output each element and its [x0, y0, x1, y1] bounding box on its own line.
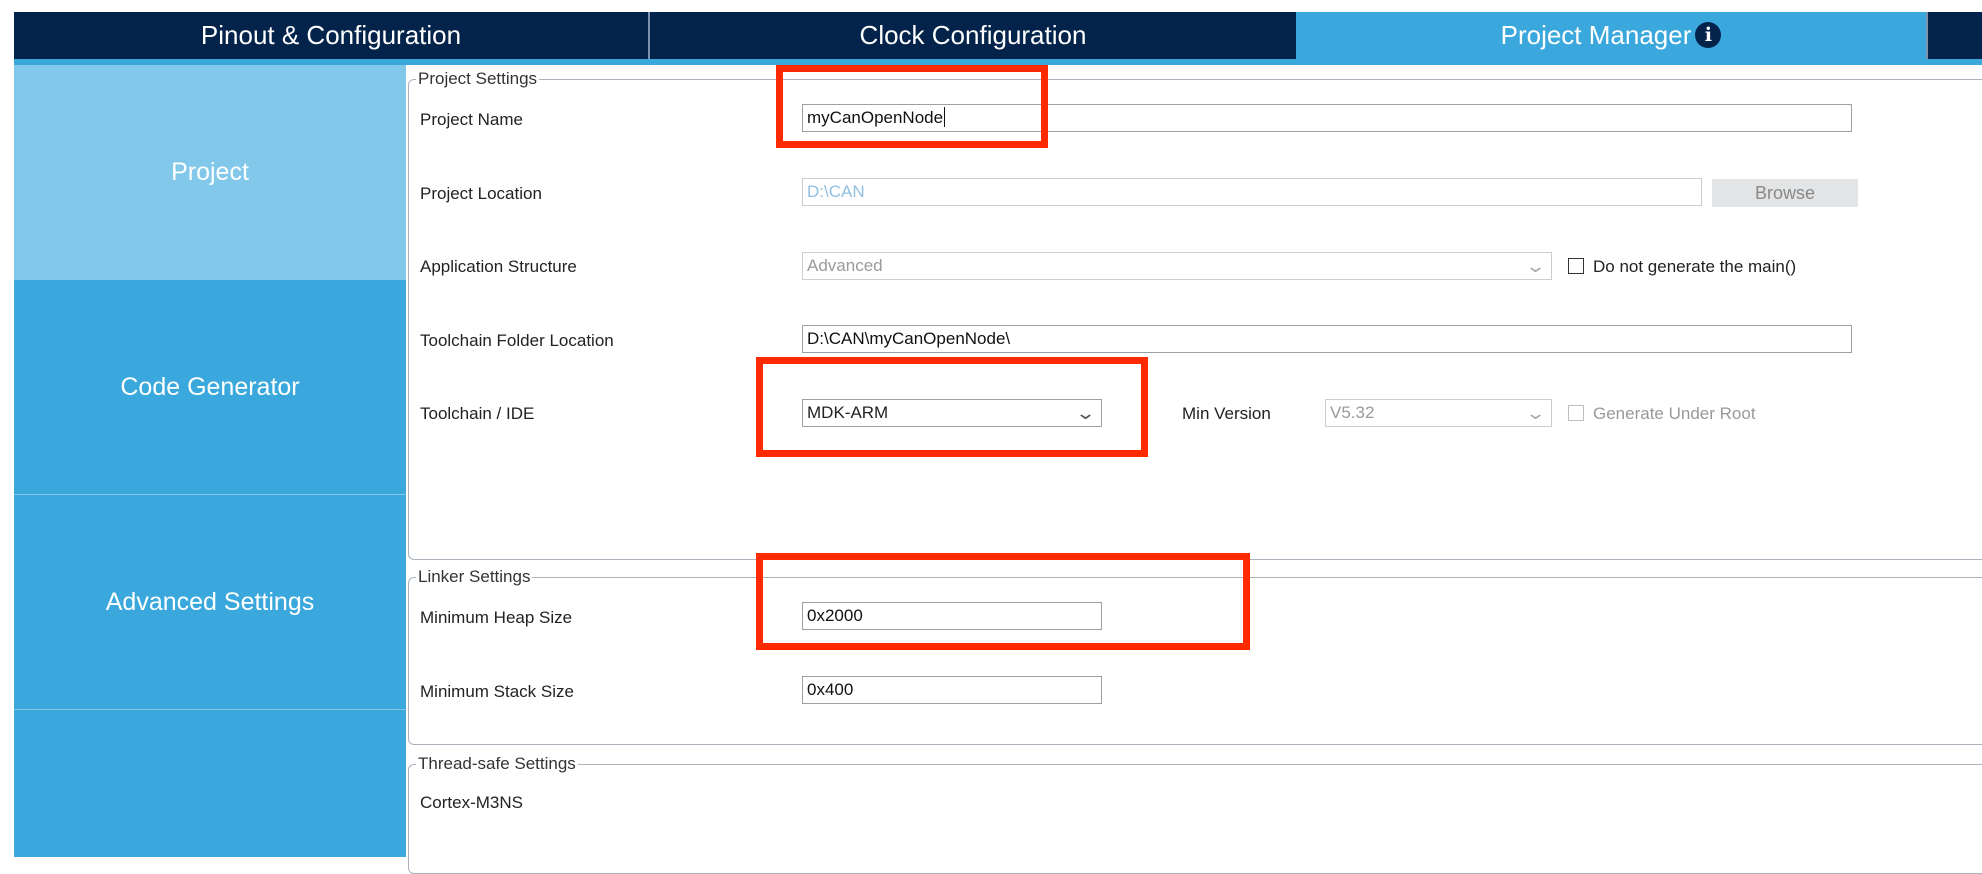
heap-size-label: Minimum Heap Size [420, 608, 573, 627]
project-settings-group [408, 79, 1982, 560]
annotation-box-project-name [776, 65, 1048, 148]
side-navigation: Project Code Generator Advanced Settings [14, 65, 406, 857]
min-version-label: Min Version [1182, 404, 1271, 423]
generate-under-root-checkbox[interactable] [1568, 405, 1584, 421]
do-not-generate-main-label: Do not generate the main() [1593, 257, 1797, 276]
sidebar-item-label: Project [171, 158, 249, 186]
toolchain-ide-label: Toolchain / IDE [420, 404, 535, 423]
application-structure-label: Application Structure [420, 257, 577, 276]
do-not-generate-main-checkbox[interactable] [1568, 258, 1584, 274]
sidebar-item-label: Advanced Settings [105, 587, 315, 616]
chevron-down-icon: ⌄ [1524, 256, 1547, 276]
annotation-box-toolchain-ide [756, 357, 1148, 457]
linker-settings-legend: Linker Settings [416, 567, 533, 587]
sidebar-item-advanced-settings[interactable]: Advanced Settings [14, 495, 406, 710]
tab-label: Pinout & Configuration [200, 20, 462, 50]
tab-clock-configuration[interactable]: Clock Configuration [650, 12, 1296, 59]
toolchain-folder-input[interactable]: D:\CAN\myCanOpenNode\ [802, 325, 1852, 353]
project-location-value: D:\CAN [807, 182, 865, 201]
thread-safe-settings-group [408, 764, 1982, 874]
sidebar-item-project[interactable]: Project [14, 65, 406, 280]
core-label: Cortex-M3NS [420, 793, 523, 812]
thread-safe-settings-legend: Thread-safe Settings [416, 754, 578, 774]
project-location-label: Project Location [420, 184, 542, 203]
project-settings-legend: Project Settings [416, 69, 540, 89]
info-icon[interactable]: i [1695, 22, 1722, 48]
project-location-input[interactable]: D:\CAN [802, 178, 1702, 206]
top-tab-bar: Pinout & Configuration Clock Configurati… [14, 12, 1982, 59]
sidebar-item-label: Code Generator [120, 372, 300, 401]
generate-under-root-label: Generate Under Root [1593, 404, 1756, 423]
annotation-box-heap-size [756, 553, 1250, 650]
min-version-value: V5.32 [1330, 403, 1375, 422]
tab-project-manager[interactable]: Project Manager i [1296, 12, 1926, 59]
tab-label: Clock Configuration [859, 20, 1087, 50]
stack-size-input[interactable]: 0x400 [802, 676, 1102, 704]
tab-pinout-configuration[interactable]: Pinout & Configuration [14, 12, 650, 59]
min-version-select[interactable]: V5.32 ⌄ [1325, 399, 1552, 427]
stack-size-label: Minimum Stack Size [420, 682, 574, 701]
tab-separator [1926, 12, 1928, 59]
toolchain-folder-label: Toolchain Folder Location [420, 331, 614, 350]
toolchain-folder-value: D:\CAN\myCanOpenNode\ [807, 329, 1011, 348]
chevron-down-icon: ⌄ [1524, 403, 1547, 423]
stack-size-value: 0x400 [807, 680, 854, 699]
sidebar-item-code-generator[interactable]: Code Generator [14, 280, 406, 495]
tab-label: Project Manager [1500, 20, 1692, 50]
application-structure-value: Advanced [807, 256, 883, 275]
browse-button[interactable]: Browse [1712, 179, 1858, 207]
project-name-label: Project Name [420, 110, 523, 129]
application-structure-select[interactable]: Advanced ⌄ [802, 252, 1552, 280]
